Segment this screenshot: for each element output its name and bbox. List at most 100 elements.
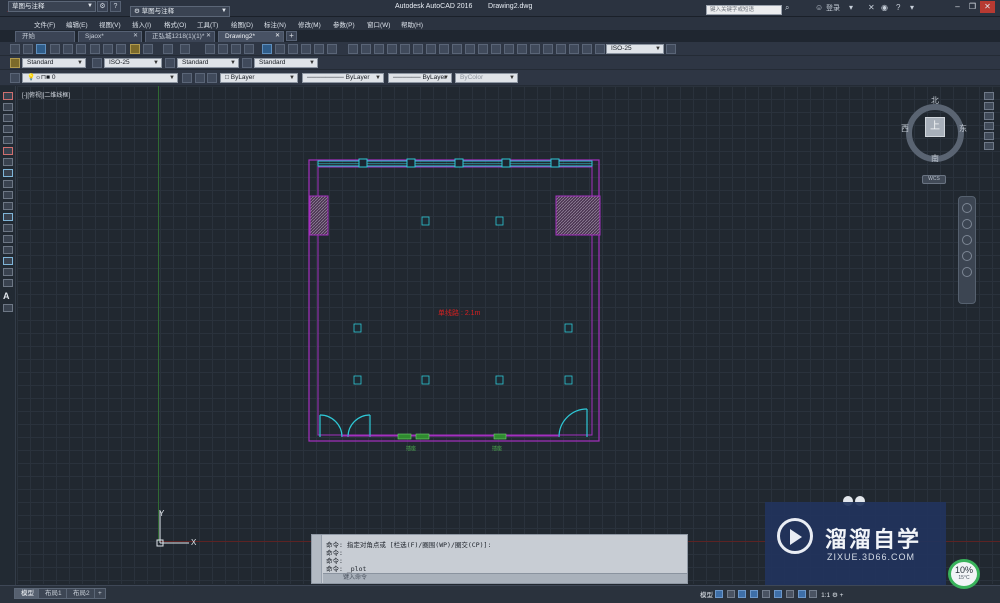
multiline-text-icon[interactable]: A bbox=[3, 291, 13, 301]
make-current-icon[interactable] bbox=[182, 73, 192, 83]
design-center-icon[interactable] bbox=[275, 44, 285, 54]
menu-format[interactable]: 格式(O) bbox=[164, 19, 186, 29]
dim-update-icon[interactable] bbox=[595, 44, 605, 54]
new-tab-button[interactable]: + bbox=[286, 31, 297, 41]
ellipse-arc-icon[interactable] bbox=[3, 202, 13, 210]
menu-draw[interactable]: 绘图(D) bbox=[231, 19, 253, 29]
circle-icon[interactable] bbox=[3, 158, 13, 166]
orbit-icon[interactable] bbox=[962, 251, 972, 261]
rectangle-icon[interactable] bbox=[3, 136, 13, 144]
lineweight-select[interactable]: ────── ByLayer ▼ bbox=[388, 73, 452, 83]
tab-model[interactable]: 模型 bbox=[14, 588, 41, 599]
new-file-icon[interactable] bbox=[10, 44, 20, 54]
compass-west[interactable]: 西 bbox=[901, 123, 909, 134]
palette-icon[interactable] bbox=[984, 132, 994, 140]
pan-icon[interactable] bbox=[205, 44, 215, 54]
steering-wheel-icon[interactable] bbox=[962, 203, 972, 213]
paste-icon[interactable] bbox=[116, 44, 126, 54]
text-style-select[interactable]: Standard ▼ bbox=[22, 58, 86, 68]
autoscale-icon[interactable] bbox=[809, 590, 818, 598]
match-properties-icon[interactable] bbox=[130, 44, 140, 54]
tab-sjaox[interactable]: Sjaox* ✕ bbox=[78, 31, 142, 42]
cut-icon[interactable] bbox=[90, 44, 100, 54]
wcs-menu[interactable]: WCS bbox=[922, 175, 946, 184]
login-link[interactable]: 登录 bbox=[826, 3, 840, 13]
layer-properties-icon[interactable] bbox=[10, 73, 20, 83]
ortho-icon[interactable] bbox=[738, 590, 747, 598]
exchange-icon[interactable]: ✕ bbox=[868, 3, 875, 12]
help-icon[interactable]: ? bbox=[896, 3, 900, 12]
zoom-icon[interactable] bbox=[962, 235, 972, 245]
insert-block-icon[interactable] bbox=[3, 213, 13, 221]
chevron-down-icon[interactable]: ▾ bbox=[849, 3, 853, 12]
zoom-previous-icon[interactable] bbox=[244, 44, 254, 54]
radius-dim-icon[interactable] bbox=[400, 44, 410, 54]
angular-dim-icon[interactable] bbox=[439, 44, 449, 54]
block-editor-icon[interactable] bbox=[143, 44, 153, 54]
lineweight-icon[interactable] bbox=[785, 590, 794, 598]
gear-icon[interactable]: ⚙ bbox=[832, 592, 838, 599]
add-selected-icon[interactable] bbox=[3, 304, 13, 312]
undo-icon[interactable] bbox=[163, 44, 173, 54]
dim-break-icon[interactable] bbox=[504, 44, 514, 54]
arc-icon[interactable] bbox=[3, 147, 13, 155]
mleader-style-select[interactable]: Standard ▼ bbox=[254, 58, 318, 68]
osnap-icon[interactable] bbox=[762, 590, 771, 598]
ordinate-dim-icon[interactable] bbox=[387, 44, 397, 54]
dim-style-select[interactable]: ISO-25 ▼ bbox=[104, 58, 162, 68]
viewcube[interactable]: 上 北 南 东 西 bbox=[901, 95, 969, 164]
make-block-icon[interactable] bbox=[3, 224, 13, 232]
point-icon[interactable] bbox=[3, 235, 13, 243]
plot-icon[interactable] bbox=[50, 44, 60, 54]
minimize-icon[interactable]: – bbox=[950, 1, 965, 13]
menu-dimension[interactable]: 标注(N) bbox=[264, 19, 286, 29]
showmotion-icon[interactable] bbox=[962, 267, 972, 277]
menu-view[interactable]: 视图(V) bbox=[99, 19, 121, 29]
floor-plan-drawing[interactable]: 单线路 : 2.1m 插座 插座 bbox=[300, 150, 615, 460]
menu-edit[interactable]: 编辑(E) bbox=[66, 19, 88, 29]
jogged-linear-icon[interactable] bbox=[556, 44, 566, 54]
ellipse-icon[interactable] bbox=[3, 191, 13, 199]
text-style-icon[interactable] bbox=[10, 58, 20, 68]
tab-layout2[interactable]: 布局2 bbox=[66, 588, 97, 599]
palette-icon[interactable] bbox=[984, 102, 994, 110]
menu-tools[interactable]: 工具(T) bbox=[197, 19, 218, 29]
center-mark-icon[interactable] bbox=[530, 44, 540, 54]
redo-icon[interactable] bbox=[180, 44, 190, 54]
jogged-dim-icon[interactable] bbox=[413, 44, 423, 54]
close-icon[interactable]: ✕ bbox=[980, 1, 995, 13]
search-input[interactable]: 键入关键字或短语 bbox=[706, 5, 782, 15]
region-icon[interactable] bbox=[3, 268, 13, 276]
tab-layout1[interactable]: 布局1 bbox=[38, 588, 69, 599]
publish-icon[interactable] bbox=[76, 44, 86, 54]
tab-zhenghongcheng[interactable]: 正弘城1218(1)(1)* ✕ bbox=[145, 31, 215, 42]
compass-south[interactable]: 南 bbox=[931, 153, 939, 164]
annotation-visibility-icon[interactable] bbox=[797, 590, 806, 598]
quick-access-workspace-select[interactable]: 草图与注释 ▼ bbox=[8, 1, 96, 12]
grid-icon[interactable] bbox=[714, 590, 723, 598]
preview-icon[interactable] bbox=[63, 44, 73, 54]
layer-state-icon[interactable] bbox=[207, 73, 217, 83]
tab-start[interactable]: 开始 bbox=[15, 31, 75, 42]
quick-dim-icon[interactable] bbox=[452, 44, 462, 54]
restore-icon[interactable]: ❐ bbox=[965, 1, 980, 13]
add-layout-button[interactable]: + bbox=[94, 588, 106, 599]
dim-text-edit-icon[interactable] bbox=[582, 44, 592, 54]
plus-icon[interactable]: + bbox=[840, 592, 844, 599]
pan-icon[interactable] bbox=[962, 219, 972, 229]
mleader-style-icon[interactable] bbox=[242, 58, 252, 68]
gear-icon[interactable]: ⚙ bbox=[97, 1, 108, 12]
compass-north[interactable]: 北 bbox=[931, 95, 939, 106]
model-space-label[interactable]: 模型 bbox=[700, 592, 713, 599]
dim-space-icon[interactable] bbox=[491, 44, 501, 54]
open-file-icon[interactable] bbox=[23, 44, 33, 54]
tolerance-icon[interactable] bbox=[517, 44, 527, 54]
palette-icon[interactable] bbox=[984, 112, 994, 120]
dim-style-icon[interactable] bbox=[92, 58, 102, 68]
construction-line-icon[interactable] bbox=[3, 103, 13, 111]
layer-select[interactable]: 💡☼⊓■ 0 ▼ bbox=[22, 73, 178, 83]
close-icon[interactable]: ✕ bbox=[206, 32, 211, 41]
command-input[interactable]: 键入命令 bbox=[323, 573, 687, 583]
zoom-realtime-icon[interactable] bbox=[218, 44, 228, 54]
workspace-switch-select[interactable]: ⚙ 草图与注释 ▼ bbox=[130, 6, 230, 17]
